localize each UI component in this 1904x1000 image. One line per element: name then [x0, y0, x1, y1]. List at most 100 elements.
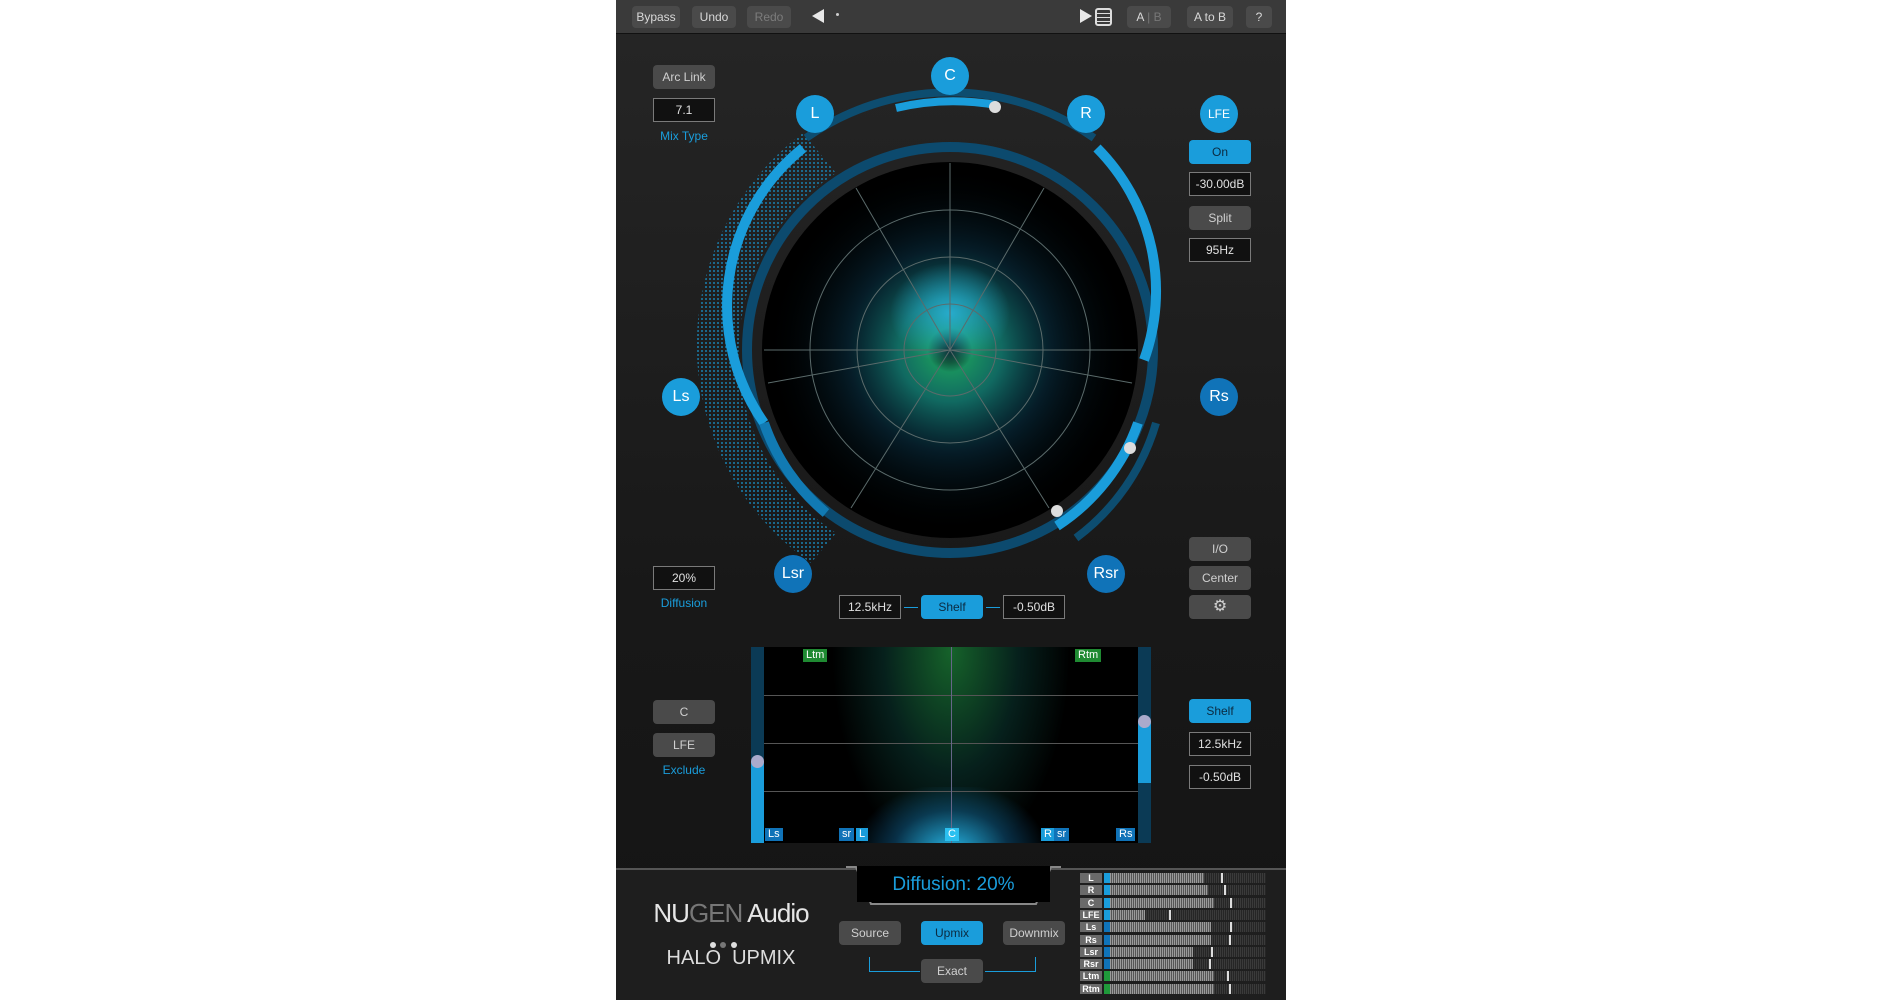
meter-fill	[1104, 983, 1215, 994]
ab-toggle-button[interactable]: A | B	[1127, 6, 1171, 28]
lfe-on-button[interactable]: On	[1189, 140, 1251, 164]
meter-fill	[1104, 934, 1211, 945]
bracket-left	[869, 957, 920, 972]
speaker-ls[interactable]: Ls	[662, 378, 700, 416]
rtm-label: Rtm	[1075, 649, 1102, 662]
a-to-b-button[interactable]: A to B	[1187, 6, 1233, 28]
undo-button[interactable]: Undo	[692, 6, 736, 28]
io-button[interactable]: I/O	[1189, 537, 1251, 561]
connector-line	[986, 607, 1000, 608]
arc-link-button[interactable]: Arc Link	[653, 65, 715, 89]
meter-channel-indicator	[1104, 885, 1110, 896]
meter-track	[1104, 922, 1266, 933]
meter-row: LFE	[1080, 909, 1270, 920]
meter-fill	[1104, 897, 1215, 908]
bracket-right	[985, 957, 1036, 972]
ab-a-label: A	[1136, 10, 1144, 24]
source-button[interactable]: Source	[839, 921, 901, 945]
center-button[interactable]: Center	[1189, 566, 1251, 590]
meter-label: Rsr	[1080, 959, 1102, 970]
meter-row: Ltm	[1080, 971, 1270, 982]
toolbar: Bypass Undo Redo A | B A to B ?	[616, 0, 1286, 34]
meter-channel-indicator	[1104, 946, 1110, 957]
speaker-lfe[interactable]: LFE	[1200, 95, 1238, 133]
speaker-l[interactable]: L	[796, 95, 834, 133]
left-slider-handle[interactable]	[751, 754, 764, 768]
speaker-r[interactable]: R	[1067, 95, 1105, 133]
bypass-button[interactable]: Bypass	[632, 6, 680, 28]
meter-label: Ltm	[1080, 971, 1102, 982]
meter-track	[1104, 909, 1266, 920]
meter-channel-indicator	[1104, 909, 1110, 920]
meter-peak	[1168, 909, 1171, 920]
meter-row: C	[1080, 897, 1270, 908]
meter-label: R	[1080, 885, 1102, 896]
split-frequency-field[interactable]: 95Hz	[1189, 238, 1251, 262]
meter-label: Rs	[1080, 934, 1102, 945]
center-axis	[951, 647, 952, 843]
shelf-gain-field[interactable]: -0.50dB	[1003, 595, 1065, 619]
upmix-button[interactable]: Upmix	[921, 921, 983, 945]
triangle-left-icon[interactable]	[812, 9, 824, 23]
meter-label: Ls	[1080, 922, 1102, 933]
rsr-label: sr	[1054, 828, 1070, 841]
meter-row: Rsr	[1080, 959, 1270, 970]
speaker-rsr[interactable]: Rsr	[1087, 555, 1125, 593]
diffusion-label: Diffusion	[660, 596, 708, 610]
ltm-label: Ltm	[803, 649, 828, 662]
meter-peak	[1230, 897, 1233, 908]
shelf-mode-button[interactable]: Shelf	[921, 595, 983, 619]
c-label: C	[945, 828, 959, 841]
meter-fill	[1104, 873, 1205, 883]
lfe-gain-field[interactable]: -30.00dB	[1189, 172, 1251, 196]
meter-channel-indicator	[1104, 873, 1110, 883]
list-icon[interactable]	[1095, 8, 1112, 26]
shelf-frequency-field[interactable]: 12.5kHz	[839, 595, 901, 619]
meter-row: L	[1080, 873, 1270, 883]
meter-peak	[1230, 922, 1233, 933]
meter-fill	[1104, 971, 1215, 982]
ls-label: Ls	[765, 828, 783, 841]
speaker-lsr[interactable]: Lsr	[774, 555, 812, 593]
rear-handle[interactable]	[1051, 505, 1063, 517]
exclude-lfe-button[interactable]: LFE	[653, 733, 715, 757]
lsr-label: sr	[839, 828, 855, 841]
exact-button[interactable]: Exact	[921, 959, 983, 983]
left-height-slider[interactable]	[751, 647, 764, 843]
meter-fill	[1104, 885, 1208, 896]
right-height-slider[interactable]	[1138, 647, 1151, 843]
meter-track	[1104, 971, 1266, 982]
speaker-c[interactable]: C	[931, 57, 969, 95]
surround-view[interactable]	[616, 33, 1286, 613]
connector-line	[904, 607, 918, 608]
height-view[interactable]: Ltm Rtm Ls sr L C R sr Rs	[751, 647, 1151, 843]
diffusion-field[interactable]: 20%	[653, 566, 715, 590]
meter-label: Lsr	[1080, 946, 1102, 957]
meter-peak	[1227, 971, 1230, 982]
speaker-rs[interactable]: Rs	[1200, 378, 1238, 416]
downmix-button[interactable]: Downmix	[1003, 921, 1065, 945]
meter-row: Rs	[1080, 934, 1270, 945]
meter-channel-indicator	[1104, 983, 1110, 994]
product-name: HALO UPMIX	[666, 947, 796, 969]
redo-button[interactable]: Redo	[747, 6, 791, 28]
exclude-c-button[interactable]: C	[653, 700, 715, 724]
help-button[interactable]: ?	[1246, 6, 1272, 28]
preset-modified-dot	[836, 13, 839, 16]
status-text: Diffusion: 20%	[892, 874, 1015, 895]
gear-icon[interactable]: ⚙	[1189, 595, 1251, 619]
split-button[interactable]: Split	[1189, 206, 1251, 230]
height-shelf-button[interactable]: Shelf	[1189, 699, 1251, 723]
mix-type-field[interactable]: 7.1	[653, 98, 715, 122]
meter-peak	[1228, 983, 1231, 994]
mix-type-label: Mix Type	[660, 129, 708, 143]
center-width-arc[interactable]	[895, 97, 997, 112]
output-meters: L R C LFE Ls Rs Lsr Rsr Ltm Rtm	[1080, 873, 1280, 998]
triangle-right-icon[interactable]	[1080, 9, 1092, 23]
height-gain-field[interactable]: -0.50dB	[1189, 765, 1251, 789]
meter-track	[1104, 873, 1266, 883]
surround-handle[interactable]	[1124, 442, 1136, 454]
center-width-handle[interactable]	[989, 101, 1001, 113]
meter-fill	[1104, 909, 1145, 920]
height-frequency-field[interactable]: 12.5kHz	[1189, 732, 1251, 756]
